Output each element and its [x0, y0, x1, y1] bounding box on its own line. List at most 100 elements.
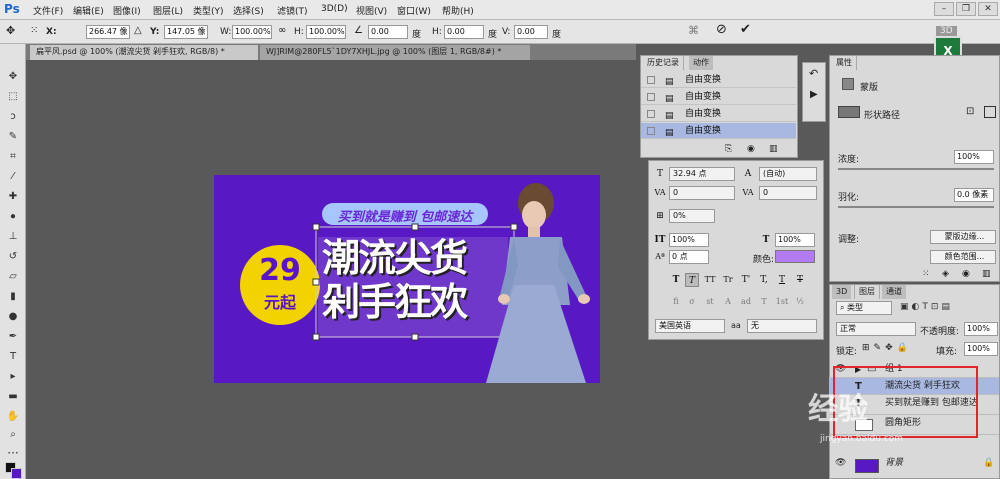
restore-button[interactable]: ❐	[956, 2, 976, 16]
strikethrough-button[interactable]: T	[793, 273, 807, 287]
kerning-select[interactable]: 0	[669, 186, 735, 200]
hskew-input[interactable]: 0.00	[444, 25, 484, 39]
menu-select[interactable]: 选择(S)	[233, 4, 264, 17]
eyedropper-tool-icon[interactable]: ⁄	[5, 170, 21, 184]
history-item[interactable]: ▤ 自由变换	[641, 106, 796, 122]
fractions-button[interactable]: ½	[793, 295, 807, 309]
horizontal-scale-input[interactable]: 100%	[775, 233, 815, 247]
quick-select-tool-icon[interactable]: ✎	[5, 130, 21, 144]
stylistic-alternates-button[interactable]: ad	[739, 295, 753, 309]
subscript-button[interactable]: T,	[757, 273, 771, 287]
history-item[interactable]: ▤ 自由变换	[641, 72, 796, 88]
faux-bold-button[interactable]: T	[669, 273, 683, 287]
hand-tool-icon[interactable]: ✋	[5, 410, 21, 424]
tab-layers[interactable]: 图层	[854, 285, 880, 299]
tsume-select[interactable]: 0%	[669, 209, 715, 223]
menu-image[interactable]: 图像(I)	[113, 4, 141, 17]
opacity-input[interactable]: 100%	[964, 322, 998, 336]
gradient-tool-icon[interactable]: ▮	[5, 290, 21, 304]
menu-view[interactable]: 视图(V)	[356, 4, 387, 17]
alternates-button[interactable]: σ	[685, 295, 699, 309]
menu-layer[interactable]: 图层(L)	[153, 4, 183, 17]
layer-filter-icons[interactable]: ▣◐T⊡▤	[900, 302, 953, 312]
text-color-swatch[interactable]	[775, 250, 815, 263]
ligature-button[interactable]: fi	[669, 295, 683, 309]
width-input[interactable]: 100.00%	[232, 25, 272, 39]
layer-row-background[interactable]: 👁 背景 🔒	[829, 455, 999, 477]
tab-actions[interactable]: 动作	[689, 56, 713, 70]
shape-tool-icon[interactable]: ▬	[5, 390, 21, 404]
small-caps-button[interactable]: Tr	[721, 273, 735, 287]
discretionary-ligature-button[interactable]: st	[703, 295, 717, 309]
history-panel-icon[interactable]: ↶	[809, 67, 818, 80]
relative-delta-icon[interactable]: △	[134, 25, 142, 36]
anti-alias-select[interactable]: 无	[747, 319, 817, 333]
vector-mask-icon[interactable]	[838, 106, 860, 118]
history-checkbox[interactable]	[647, 110, 655, 118]
all-caps-button[interactable]: TT	[703, 273, 717, 287]
marquee-tool-icon[interactable]: ⬚	[5, 90, 21, 104]
menu-window[interactable]: 窗口(W)	[397, 4, 431, 17]
cancel-transform-icon[interactable]: ⊘	[716, 22, 727, 37]
select-pixel-mask-icon[interactable]: ⊡	[966, 106, 974, 117]
eraser-tool-icon[interactable]: ▱	[5, 270, 21, 284]
superscript-button[interactable]: T'	[739, 273, 753, 287]
menu-help[interactable]: 帮助(H)	[442, 4, 474, 17]
baseline-shift-input[interactable]: 0 点	[669, 250, 709, 264]
warp-mode-icon[interactable]: ⌘	[688, 24, 699, 37]
load-selection-icon[interactable]: ⁙	[922, 269, 930, 279]
dodge-tool-icon[interactable]: ●	[5, 310, 21, 324]
fill-input[interactable]: 100%	[964, 342, 998, 356]
y-input[interactable]: 147.05 像	[164, 25, 208, 39]
visibility-eye-icon[interactable]: ◉	[962, 269, 970, 279]
mask-edge-button[interactable]: 蒙版边缘...	[930, 230, 996, 244]
more-tools-icon[interactable]: ···	[5, 446, 21, 460]
density-slider[interactable]	[838, 168, 994, 170]
add-vector-mask-icon[interactable]	[984, 106, 996, 118]
pen-tool-icon[interactable]: ✒	[5, 330, 21, 344]
delete-trash-icon[interactable]: ▥	[769, 144, 778, 154]
tracking-select[interactable]: 0	[759, 186, 817, 200]
ordinals-button[interactable]: 1st	[775, 295, 789, 309]
brush-tool-icon[interactable]: ⦁	[5, 210, 21, 224]
titling-alternates-button[interactable]: T	[757, 295, 771, 309]
layer-kind-filter-select[interactable]: ⌕ 类型	[836, 301, 892, 315]
new-document-from-state-icon[interactable]: ⎘	[725, 144, 732, 154]
history-checkbox[interactable]	[647, 93, 655, 101]
crop-tool-icon[interactable]: ⌗	[5, 150, 21, 164]
lasso-tool-icon[interactable]: ↄ	[5, 110, 21, 124]
tab-history[interactable]: 历史记录	[643, 56, 684, 70]
tab-3d[interactable]: 3D	[832, 285, 852, 299]
doc-tab-jpg[interactable]: WJ]RIM@280FL5`1DY7XHJL.jpg @ 100% (图层 1,…	[260, 45, 530, 60]
background-color-swatch[interactable]	[11, 468, 22, 479]
history-checkbox[interactable]	[647, 76, 655, 84]
doc-tab-flat-psd[interactable]: 扁平风.psd @ 100% (潮流尖货 剁手狂欢, RGB/8) *	[30, 45, 258, 60]
zoom-tool-icon[interactable]: ⌕	[5, 428, 21, 442]
apply-mask-icon[interactable]: ◈	[942, 269, 949, 279]
close-button[interactable]: ✕	[978, 2, 998, 16]
document-canvas[interactable]: 买到就是赚到 包邮速达 29 元起 潮流尖货 剁手狂欢	[214, 175, 600, 383]
vskew-input[interactable]: 0.00	[514, 25, 548, 39]
menu-edit[interactable]: 编辑(E)	[73, 4, 104, 17]
angle-input[interactable]: 0.00	[368, 25, 408, 39]
menu-3d[interactable]: 3D(D)	[321, 4, 348, 14]
height-input[interactable]: 100.00%	[306, 25, 346, 39]
menu-filter[interactable]: 滤镜(T)	[277, 4, 308, 17]
path-select-tool-icon[interactable]: ▸	[5, 370, 21, 384]
minimize-button[interactable]: –	[934, 2, 954, 16]
density-input[interactable]: 100%	[954, 150, 994, 164]
lock-icons[interactable]: ⊞✎✥🔒	[862, 343, 912, 353]
move-tool-icon[interactable]: ✥	[5, 70, 21, 84]
feather-slider[interactable]	[838, 206, 994, 208]
vertical-scale-input[interactable]: 100%	[669, 233, 709, 247]
tab-properties[interactable]: 属性	[832, 56, 857, 70]
history-checkbox[interactable]	[647, 127, 655, 135]
tab-channels[interactable]: 通道	[882, 285, 906, 299]
leading-select[interactable]: (自动)	[759, 167, 817, 181]
healing-brush-tool-icon[interactable]: ✚	[5, 190, 21, 204]
visibility-eye-icon[interactable]: 👁	[835, 455, 846, 472]
commit-transform-icon[interactable]: ✔	[740, 22, 751, 37]
delete-mask-icon[interactable]: ▥	[982, 269, 991, 279]
font-size-select[interactable]: 32.94 点	[669, 167, 735, 181]
link-icon[interactable]: ∞	[278, 25, 286, 36]
